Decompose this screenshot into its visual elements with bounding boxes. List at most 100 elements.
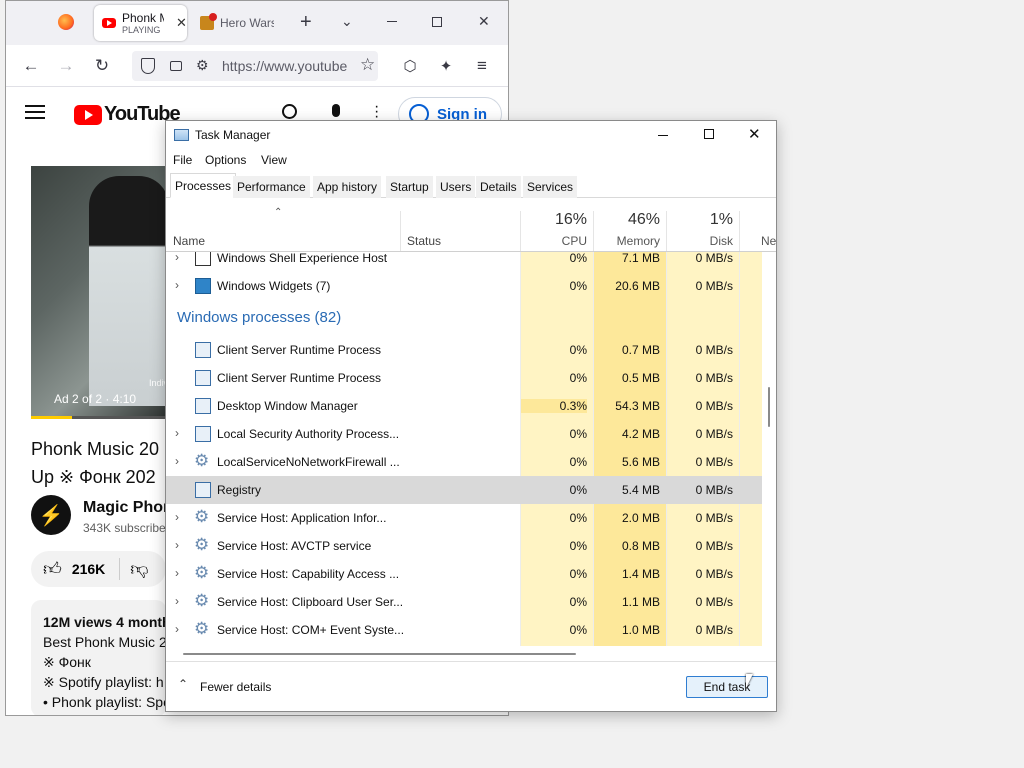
tab-app-history[interactable]: App history — [313, 176, 382, 198]
chevron-down-icon[interactable]: ⌄ — [341, 13, 353, 30]
table-row[interactable]: › ⚙ Service Host: COM+ Event Syste... 0%… — [166, 616, 762, 644]
horizontal-scroll-thumb[interactable] — [183, 653, 576, 655]
tab-performance[interactable]: Performance — [233, 176, 310, 198]
table-row[interactable]: › Local Security Authority Process... 0%… — [166, 420, 762, 448]
maximize-icon[interactable] — [704, 129, 714, 139]
vertical-scroll-thumb[interactable] — [768, 387, 770, 427]
hamburger-menu-icon[interactable] — [25, 105, 45, 119]
search-icon[interactable] — [282, 104, 297, 119]
table-row[interactable]: Desktop Window Manager 0.3% 54.3 MB 0 MB… — [166, 392, 762, 420]
disk-value: 0 MB/s — [695, 455, 733, 469]
menu-file[interactable]: File — [173, 153, 192, 167]
close-tab-icon[interactable]: ✕ — [176, 15, 187, 31]
expand-chevron-icon[interactable]: › — [175, 454, 179, 468]
group-header[interactable]: Windows processes (82) — [166, 300, 762, 336]
column-memory-percent[interactable]: 46% — [594, 211, 660, 229]
expand-chevron-icon[interactable]: › — [175, 594, 179, 608]
tab-title: Hero Wars — [220, 16, 274, 30]
table-row-selected[interactable]: Registry 0% 5.4 MB 0 MB/s — [166, 476, 762, 504]
tab-startup[interactable]: Startup — [386, 176, 433, 198]
tab-hero-wars[interactable]: Hero Wars — [200, 5, 280, 41]
minimize-icon[interactable] — [658, 135, 668, 136]
description-box[interactable]: 12M views 4 month Best Phonk Music 2 ※ Ф… — [31, 600, 166, 715]
close-window-icon[interactable]: ✕ — [478, 13, 490, 30]
column-network[interactable]: Net — [761, 234, 776, 248]
horizontal-scrollbar[interactable] — [166, 647, 776, 661]
chevron-up-icon[interactable]: ⌃ — [178, 677, 188, 691]
extensions-icon[interactable]: ✦ — [436, 56, 456, 76]
forward-icon[interactable]: → — [56, 56, 76, 76]
tab-users[interactable]: Users — [436, 176, 476, 198]
expand-chevron-icon[interactable]: › — [175, 510, 179, 524]
process-name: Registry — [217, 483, 262, 497]
vertical-scrollbar[interactable] — [764, 252, 776, 646]
fewer-details-link[interactable]: Fewer details — [200, 680, 271, 694]
table-row[interactable]: › ⚙ Service Host: Clipboard User Ser... … — [166, 588, 762, 616]
table-row[interactable]: › ⚙ Service Host: Capability Access ... … — [166, 560, 762, 588]
thumbs-up-icon: 👍︎ — [43, 559, 62, 579]
table-row[interactable]: › Windows Widgets (7) 0% 20.6 MB 0 MB/s — [166, 272, 762, 300]
end-task-button[interactable]: End task — [686, 676, 768, 698]
expand-chevron-icon[interactable]: › — [175, 622, 179, 636]
menu-view[interactable]: View — [261, 153, 287, 167]
maximize-icon[interactable] — [432, 17, 442, 27]
back-icon[interactable]: ← — [21, 56, 41, 76]
expand-chevron-icon[interactable]: › — [175, 426, 179, 440]
process-icon — [195, 252, 211, 266]
shield-icon[interactable] — [141, 58, 155, 74]
permissions-icon[interactable]: ⚙ — [196, 57, 209, 74]
column-cpu[interactable]: CPU — [521, 234, 587, 248]
column-disk-percent[interactable]: 1% — [667, 211, 733, 229]
column-memory[interactable]: Memory — [594, 234, 660, 248]
youtube-logo[interactable]: YouTube — [74, 103, 181, 126]
sort-arrow-icon[interactable]: ⌃ — [274, 207, 282, 218]
description-line: ※ Фонк — [43, 654, 91, 670]
video-player[interactable]: Indiv Ad 2 of 2 · 4:10 — [31, 166, 166, 419]
expand-chevron-icon[interactable]: › — [175, 252, 179, 264]
thumbs-down-icon[interactable]: 👎︎ — [130, 558, 148, 580]
table-row[interactable]: Client Server Runtime Process 0% 0.5 MB … — [166, 364, 762, 392]
firefox-view-icon[interactable] — [58, 14, 74, 30]
like-button[interactable]: 👍︎ 216K 👎︎ — [31, 551, 166, 587]
expand-chevron-icon[interactable]: › — [175, 538, 179, 552]
menu-icon[interactable]: ≡ — [472, 56, 492, 76]
process-name: Service Host: AVCTP service — [217, 539, 372, 553]
table-row[interactable]: Client Server Runtime Process 0% 0.7 MB … — [166, 336, 762, 364]
column-status[interactable]: Status — [407, 234, 441, 248]
video-frame-person — [89, 176, 166, 406]
youtube-tab-icon — [102, 18, 116, 28]
tab-services[interactable]: Services — [523, 176, 578, 198]
menu-options[interactable]: Options — [205, 153, 246, 167]
minimize-icon[interactable] — [387, 21, 397, 22]
column-name[interactable]: Name — [173, 234, 205, 248]
memory-value: 0.5 MB — [621, 371, 660, 385]
cpu-value: 0% — [569, 343, 587, 357]
column-cpu-percent[interactable]: 16% — [521, 211, 587, 229]
tab-processes[interactable]: Processes — [170, 173, 237, 198]
expand-chevron-icon[interactable]: › — [175, 278, 179, 292]
tab-youtube[interactable]: Phonk MPLAYING ✕ — [94, 5, 187, 41]
more-options-icon[interactable]: · · · — [374, 99, 379, 125]
pocket-icon[interactable]: ⬡ — [400, 56, 420, 76]
channel-name[interactable]: Magic Phon — [83, 499, 167, 517]
reload-icon[interactable]: ↻ — [92, 56, 112, 76]
disk-value: 0 MB/s — [695, 623, 733, 637]
channel-avatar[interactable]: ⚡ — [31, 495, 71, 535]
process-name: Service Host: Clipboard User Ser... — [217, 595, 404, 609]
gear-icon: ⚙ — [194, 535, 210, 554]
close-icon[interactable]: ✕ — [748, 125, 761, 143]
url-text[interactable]: https://www.youtube — [222, 58, 348, 74]
microphone-icon[interactable] — [332, 104, 340, 117]
tab-details[interactable]: Details — [476, 176, 521, 198]
column-disk[interactable]: Disk — [667, 234, 733, 248]
bookmark-star-icon[interactable]: ☆ — [360, 55, 375, 75]
expand-chevron-icon[interactable]: › — [175, 566, 179, 580]
memory-value: 1.1 MB — [621, 595, 660, 609]
new-tab-icon[interactable]: + — [300, 11, 312, 34]
lock-icon[interactable] — [170, 61, 182, 71]
table-row[interactable]: › ⚙ Service Host: Application Infor... 0… — [166, 504, 762, 532]
table-row[interactable]: › ⚙ LocalServiceNoNetworkFirewall ... 0%… — [166, 448, 762, 476]
table-row[interactable]: › ⚙ Service Host: AVCTP service 0% 0.8 M… — [166, 532, 762, 560]
table-row[interactable]: › Windows Shell Experience Host 0% 7.1 M… — [166, 252, 762, 272]
url-bar[interactable]: ⚙ https://www.youtube ☆ — [132, 51, 378, 81]
